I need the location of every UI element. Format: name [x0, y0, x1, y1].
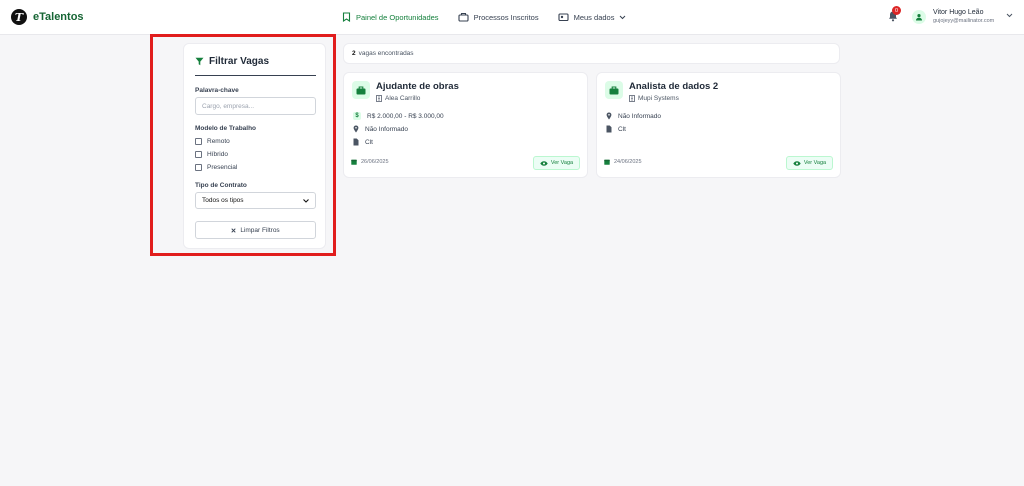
view-job-button[interactable]: Ver Vaga	[786, 156, 833, 170]
job-card[interactable]: Ajudante de obras Alea Carrillo $ R$ 2.0…	[343, 72, 588, 178]
calendar-icon	[604, 159, 610, 165]
chevron-down-icon	[620, 15, 626, 19]
job-location-text: Não Informado	[365, 125, 408, 133]
top-header: T eTalentos Painel de Oportunidades Proc…	[0, 0, 1024, 35]
nav-label: Processos Inscritos	[473, 12, 539, 22]
briefcase-icon	[352, 81, 370, 99]
highlight-box	[150, 34, 336, 256]
job-card[interactable]: Analista de dados 2 Mupi Systems Não Inf…	[596, 72, 841, 178]
job-location: Não Informado	[353, 125, 408, 133]
map-pin-icon	[606, 112, 612, 120]
briefcase-icon	[605, 81, 623, 99]
job-company: Alea Carrillo	[376, 95, 420, 102]
nav-item-meus-dados[interactable]: Meus dados	[558, 12, 627, 22]
document-icon	[606, 125, 612, 133]
view-job-label: Ver Vaga	[803, 160, 827, 166]
job-contract: Clt	[353, 138, 373, 146]
user-email: gujojeyy@mailinator.com	[933, 18, 995, 24]
calendar-icon	[351, 159, 357, 165]
job-date-text: 26/06/2025	[361, 159, 389, 165]
id-card-icon	[558, 13, 569, 22]
user-icon	[916, 14, 922, 21]
job-location-text: Não Informado	[618, 112, 661, 120]
results-count: 2	[352, 50, 356, 57]
brand-logo-icon: T	[11, 9, 27, 25]
job-salary: $ R$ 2.000,00 - R$ 3.000,00	[353, 112, 444, 120]
results-label: vagas encontradas	[358, 50, 414, 57]
job-company-name: Alea Carrillo	[385, 95, 421, 102]
job-company-name: Mupi Systems	[638, 95, 679, 102]
job-title[interactable]: Analista de dados 2	[629, 81, 718, 92]
brand-name: eTalentos	[33, 11, 84, 23]
briefcase-icon	[458, 12, 469, 22]
job-date: 24/06/2025	[604, 159, 642, 165]
notification-badge: 0	[892, 6, 901, 15]
job-salary-text: R$ 2.000,00 - R$ 3.000,00	[367, 112, 444, 120]
map-pin-icon	[353, 125, 359, 133]
results-count-bar: 2 vagas encontradas	[343, 43, 840, 64]
nav-item-painel[interactable]: Painel de Oportunidades	[342, 12, 439, 22]
view-job-label: Ver Vaga	[550, 160, 574, 166]
brand[interactable]: T eTalentos	[11, 9, 84, 25]
view-job-button[interactable]: Ver Vaga	[533, 156, 580, 170]
main-nav: Painel de Oportunidades Processos Inscri…	[342, 12, 626, 22]
job-location: Não Informado	[606, 112, 661, 120]
job-date-text: 24/06/2025	[614, 159, 642, 165]
eye-icon	[540, 160, 548, 166]
chevron-down-icon[interactable]	[1006, 13, 1013, 18]
avatar[interactable]	[912, 10, 926, 24]
nav-label: Meus dados	[573, 12, 615, 22]
nav-label: Painel de Oportunidades	[356, 12, 439, 22]
job-title[interactable]: Ajudante de obras	[376, 81, 459, 92]
nav-item-processos[interactable]: Processos Inscritos	[458, 12, 539, 22]
money-icon: $	[353, 112, 361, 120]
building-icon	[376, 95, 382, 102]
job-company: Mupi Systems	[629, 95, 679, 102]
job-contract: Clt	[606, 125, 626, 133]
bookmark-icon	[342, 12, 351, 22]
job-contract-text: Clt	[618, 125, 626, 133]
eye-icon	[793, 160, 801, 166]
document-icon	[353, 138, 359, 146]
user-name[interactable]: Vitor Hugo Leão	[933, 9, 983, 16]
job-date: 26/06/2025	[351, 159, 389, 165]
job-contract-text: Clt	[365, 138, 373, 146]
building-icon	[629, 95, 635, 102]
